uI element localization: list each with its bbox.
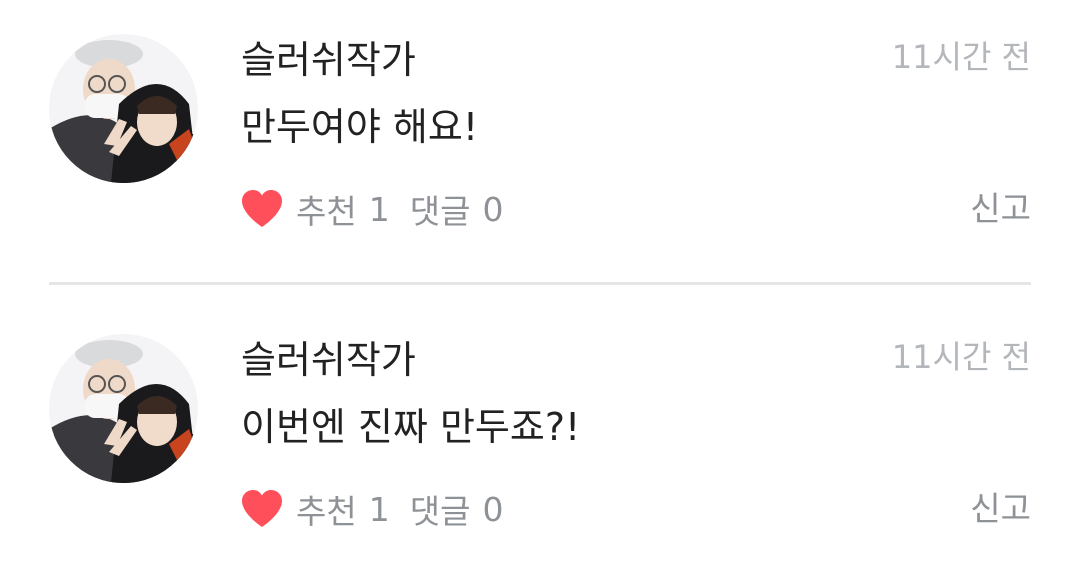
like-count: 1 [368,189,390,229]
comment-actions: 추천 1 댓글 0 [240,486,503,532]
reply-count: 0 [482,189,504,229]
divider [49,282,1031,285]
avatar-photo [49,34,198,183]
comment-text: 이번엔 진짜 만두죠?! [241,405,581,449]
report-button[interactable]: 신고 [970,486,1031,532]
heart-icon[interactable] [240,189,284,229]
like-label[interactable]: 추천 [296,185,357,233]
comment-text: 만두여야 해요! [241,105,479,149]
avatar[interactable] [49,334,198,483]
like-label[interactable]: 추천 [296,485,357,533]
comment-item: 슬러쉬작가 11시간 전 만두여야 해요! 추천 1 댓글 0 신고 [0,0,1080,282]
comment-item: 슬러쉬작가 11시간 전 이번엔 진짜 만두죠?! 추천 1 댓글 0 신고 [0,300,1080,582]
reply-count: 0 [482,489,504,529]
author-name[interactable]: 슬러쉬작가 [241,34,416,86]
author-name[interactable]: 슬러쉬작가 [241,334,416,386]
heart-icon[interactable] [240,489,284,529]
timestamp: 11시간 전 [891,38,1031,76]
report-button[interactable]: 신고 [970,186,1031,232]
avatar-photo [49,334,198,483]
comment-actions: 추천 1 댓글 0 [240,186,503,232]
timestamp: 11시간 전 [891,338,1031,376]
avatar[interactable] [49,34,198,183]
reply-label[interactable]: 댓글 [410,485,471,533]
like-count: 1 [368,489,390,529]
reply-label[interactable]: 댓글 [410,185,471,233]
